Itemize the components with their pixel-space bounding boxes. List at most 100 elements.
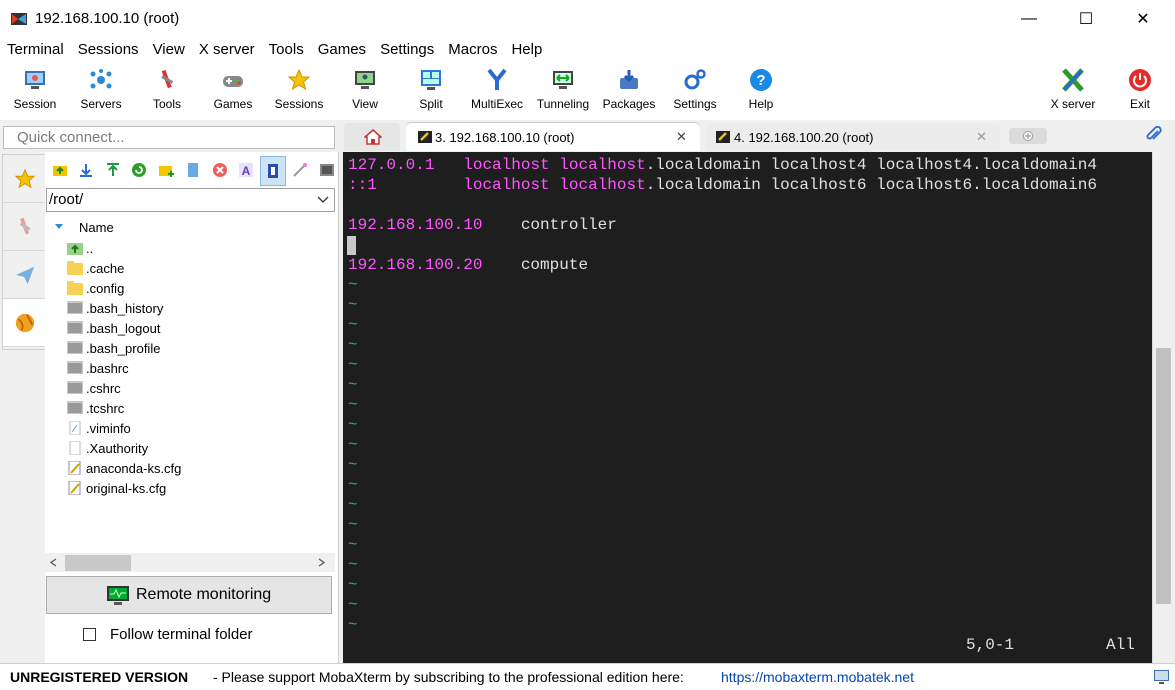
toggle-hidden-files-button[interactable] — [260, 156, 286, 186]
menu-x-server[interactable]: X server — [192, 38, 262, 62]
file-name: .cshrc — [86, 381, 121, 396]
maximize-button[interactable]: ☐ — [1057, 0, 1115, 38]
tab-session-4[interactable]: 4. 192.168.100.20 (root) ✕ — [706, 123, 1000, 151]
sidebar-tab-sessions[interactable] — [3, 155, 46, 203]
parent-folder-icon[interactable] — [52, 162, 68, 178]
mobaxterm-link[interactable]: https://mobaxterm.mobatek.net — [721, 669, 914, 685]
download-icon[interactable] — [78, 162, 94, 178]
menu-view[interactable]: View — [146, 38, 192, 62]
multiexec-button[interactable]: MultiExec — [464, 62, 530, 120]
tab-session-3-close-icon[interactable]: ✕ — [676, 129, 687, 145]
vim-empty-line: ~ — [348, 436, 358, 454]
home-tab[interactable] — [344, 123, 400, 151]
servers-button[interactable]: Servers — [68, 62, 134, 120]
sessions-button[interactable]: Sessions — [266, 62, 332, 120]
menu-games[interactable]: Games — [311, 38, 373, 62]
exit-label: Exit — [1129, 97, 1150, 111]
ip-text: 192.168.100.10 — [348, 216, 483, 234]
menu-terminal[interactable]: Terminal — [0, 38, 71, 62]
settings-button[interactable]: Settings — [662, 62, 728, 120]
window-title: 192.168.100.10 (root) — [35, 10, 180, 27]
terminal-vertical-scrollbar[interactable] — [1152, 152, 1174, 663]
menu-settings[interactable]: Settings — [373, 38, 441, 62]
ip-text: 127.0.0.1 — [348, 156, 435, 174]
sidebar-tab-sftp[interactable] — [3, 299, 47, 347]
path-value: /root/ — [49, 191, 84, 208]
vim-empty-line: ~ — [348, 356, 358, 374]
upload-icon[interactable] — [105, 162, 121, 178]
exit-button[interactable]: Exit — [1107, 62, 1173, 120]
vim-empty-line: ~ — [348, 496, 358, 514]
sidebar-tab-macros[interactable] — [3, 251, 46, 299]
x-server-button[interactable]: X server — [1040, 62, 1106, 120]
text-cursor — [347, 236, 356, 255]
svg-text:A: A — [242, 164, 251, 178]
rename-icon[interactable]: A — [238, 162, 254, 178]
scrollbar-thumb[interactable] — [1156, 348, 1171, 604]
horizontal-scrollbar[interactable] — [45, 553, 335, 572]
attachment-icon[interactable] — [1145, 126, 1163, 144]
config-file-icon — [68, 481, 81, 495]
menu-tools[interactable]: Tools — [262, 38, 311, 62]
session-button[interactable]: Session — [2, 62, 68, 120]
hidden-files-icon — [268, 164, 278, 178]
menu-bar: Terminal Sessions View X server Tools Ga… — [0, 38, 1175, 62]
menu-macros[interactable]: Macros — [441, 38, 504, 62]
menu-sessions[interactable]: Sessions — [71, 38, 146, 62]
packages-button[interactable]: Packages — [596, 62, 662, 120]
terminal-view[interactable]: 127.0.0.1 localhost localhost.localdomai… — [343, 152, 1152, 663]
sftp-panel: A /root/ Name .. .cache .config .bash_hi… — [45, 152, 339, 664]
vim-empty-line: ~ — [348, 316, 358, 334]
refresh-icon[interactable] — [131, 162, 147, 178]
vim-empty-line: ~ — [348, 396, 358, 414]
tools-icon — [161, 69, 174, 89]
sidebar-tab-tools[interactable] — [3, 203, 46, 251]
new-file-icon[interactable] — [185, 162, 201, 178]
scroll-left-icon[interactable] — [50, 558, 57, 567]
new-folder-icon[interactable] — [158, 162, 174, 178]
menu-help[interactable]: Help — [504, 38, 549, 62]
games-button[interactable]: Games — [200, 62, 266, 120]
help-label: Help — [748, 97, 774, 111]
split-button[interactable]: Split — [398, 62, 464, 120]
vim-empty-line: ~ — [348, 276, 358, 294]
magic-wand-icon[interactable] — [292, 162, 308, 178]
scroll-right-icon[interactable] — [318, 558, 325, 567]
hosts-rest-text: .localdomain localhost4 localhost4.local… — [645, 156, 1097, 174]
view-button[interactable]: View — [332, 62, 398, 120]
delete-icon[interactable] — [212, 162, 228, 178]
terminal-icon[interactable] — [319, 162, 335, 178]
power-icon — [1129, 69, 1151, 91]
vim-empty-line: ~ — [348, 536, 358, 554]
file-list-header[interactable]: Name — [45, 216, 338, 238]
scrollbar-thumb[interactable] — [65, 555, 131, 571]
servers-icon — [90, 69, 112, 89]
tab-session-3[interactable]: 3. 192.168.100.10 (root) ✕ — [406, 123, 700, 151]
hostname-text: controller — [520, 216, 617, 234]
vim-empty-line: ~ — [348, 476, 358, 494]
file-name: .bash_profile — [86, 341, 161, 356]
quick-connect-input[interactable]: Quick connect... — [3, 126, 335, 149]
path-input[interactable]: /root/ — [46, 188, 335, 212]
tab-session-4-close-icon[interactable]: ✕ — [976, 129, 987, 145]
star-icon — [287, 68, 311, 91]
host-text: localhost — [463, 156, 550, 174]
home-icon — [364, 129, 382, 145]
vim-empty-line: ~ — [348, 336, 358, 354]
packages-icon — [620, 70, 638, 89]
close-button[interactable]: ✕ — [1114, 0, 1172, 38]
checkbox-box[interactable] — [83, 628, 96, 641]
terminal-line-4: 192.168.100.20 compute — [348, 256, 588, 276]
terminal-line-3: 192.168.100.10 controller — [348, 216, 617, 236]
new-tab-button[interactable] — [1009, 128, 1047, 144]
status-bar: UNREGISTERED VERSION - Please support Mo… — [0, 663, 1175, 690]
help-button[interactable]: ? Help — [728, 62, 794, 120]
remote-monitoring-button[interactable]: Remote monitoring — [46, 576, 332, 614]
tools-button[interactable]: Tools — [134, 62, 200, 120]
host-text: localhost — [559, 156, 646, 174]
tunneling-button[interactable]: Tunneling — [530, 62, 596, 120]
terminal-line-1: 127.0.0.1 localhost localhost.localdomai… — [348, 156, 1097, 176]
minimize-button[interactable]: — — [1000, 0, 1058, 38]
help-icon: ? — [750, 69, 772, 91]
chevron-down-icon[interactable] — [317, 196, 329, 204]
